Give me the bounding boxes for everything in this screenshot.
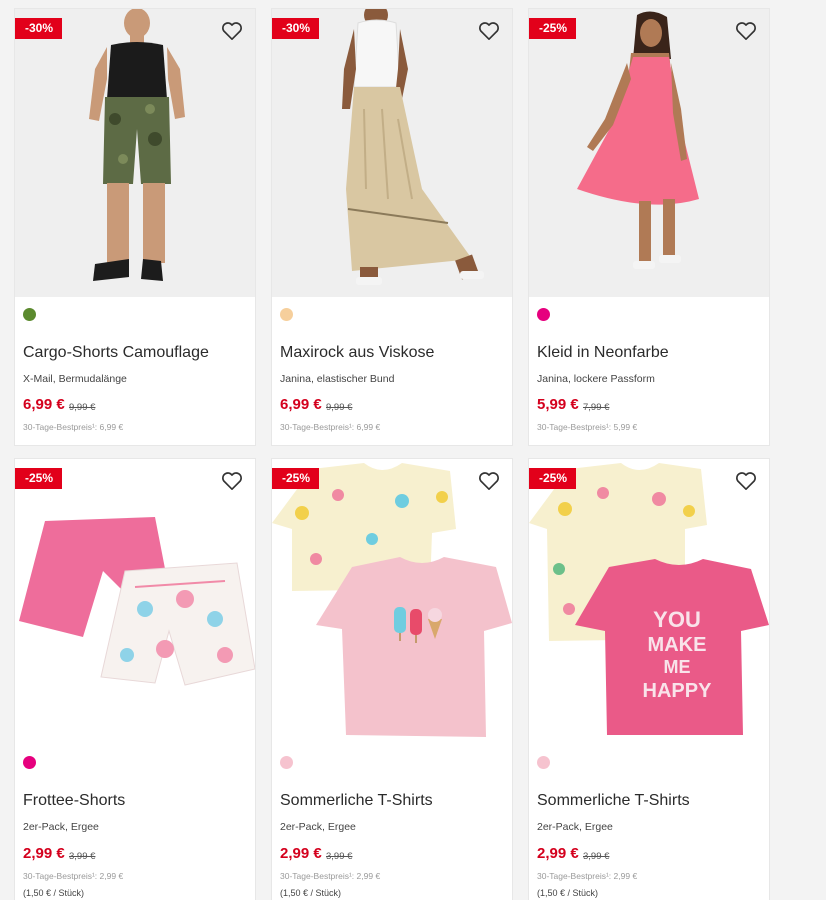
product-title[interactable]: Frottee-Shorts	[23, 792, 125, 810]
product-title[interactable]: Sommerliche T-Shirts	[280, 792, 433, 810]
product-subtitle: Janina, lockere Passform	[537, 373, 655, 385]
color-swatch[interactable]	[537, 756, 550, 769]
product-image[interactable]: -25%	[272, 459, 512, 747]
product-image[interactable]: -30%	[15, 9, 255, 297]
product-title[interactable]: Kleid in Neonfarbe	[537, 344, 669, 362]
old-price: 3,99 €	[69, 851, 96, 862]
product-card[interactable]: YOU MAKE ME HAPPY -25% Sommerliche T-Shi…	[528, 458, 770, 900]
unit-price: (1,50 € / Stück)	[280, 888, 342, 898]
product-image[interactable]: -30%	[272, 9, 512, 297]
product-subtitle: 2er-Pack, Ergee	[23, 821, 99, 833]
discount-badge: -25%	[272, 468, 320, 489]
product-price: 6,99 €	[23, 396, 65, 413]
shirt-print-text: ME	[664, 657, 691, 677]
product-subtitle: 2er-Pack, Ergee	[537, 821, 613, 833]
woman-pink-dress-image	[529, 9, 769, 297]
product-title[interactable]: Cargo-Shorts Camouflage	[23, 344, 209, 362]
unit-price: (1,50 € / Stück)	[537, 888, 599, 898]
product-title[interactable]: Maxirock aus Viskose	[280, 344, 434, 362]
color-swatch[interactable]	[280, 756, 293, 769]
woman-maxi-skirt-image	[272, 9, 512, 297]
terry-shorts-image	[15, 459, 255, 747]
discount-badge: -25%	[529, 468, 577, 489]
old-price: 3,99 €	[326, 851, 353, 862]
heart-outline-icon[interactable]	[478, 471, 500, 491]
shirt-print-text: HAPPY	[643, 680, 713, 702]
color-swatch[interactable]	[23, 756, 36, 769]
product-price: 2,99 €	[23, 845, 65, 862]
product-price: 2,99 €	[280, 845, 322, 862]
old-price: 3,99 €	[583, 851, 610, 862]
ice-cream-tshirts-image	[272, 459, 512, 747]
color-swatch[interactable]	[23, 308, 36, 321]
color-swatch[interactable]	[280, 308, 293, 321]
product-subtitle: Janina, elastischer Bund	[280, 373, 395, 385]
best-price-note: 30-Tage-Bestpreis¹: 2,99 €	[23, 871, 124, 881]
old-price: 7,99 €	[583, 402, 610, 413]
heart-outline-icon[interactable]	[221, 21, 243, 41]
product-price: 5,99 €	[537, 396, 579, 413]
best-price-note: 30-Tage-Bestpreis¹: 2,99 €	[537, 871, 638, 881]
product-price: 2,99 €	[537, 845, 579, 862]
best-price-note: 30-Tage-Bestpreis¹: 6,99 €	[280, 422, 381, 432]
heart-outline-icon[interactable]	[735, 471, 757, 491]
product-grid: -30% Cargo-Shorts Camouflage X-Mail, Ber…	[0, 0, 826, 900]
product-subtitle: X-Mail, Bermudalänge	[23, 373, 127, 385]
product-title[interactable]: Sommerliche T-Shirts	[537, 792, 690, 810]
old-price: 9,99 €	[69, 402, 96, 413]
product-image[interactable]: YOU MAKE ME HAPPY -25%	[529, 459, 769, 747]
product-subtitle: 2er-Pack, Ergee	[280, 821, 356, 833]
heart-outline-icon[interactable]	[221, 471, 243, 491]
product-card[interactable]: -30% Cargo-Shorts Camouflage X-Mail, Ber…	[14, 8, 256, 446]
flamingo-tshirts-image: YOU MAKE ME HAPPY	[529, 459, 769, 747]
shirt-print-text: YOU	[653, 607, 701, 632]
product-card[interactable]: -25% Kleid in Neonfarbe Janina, lockere …	[528, 8, 770, 446]
heart-outline-icon[interactable]	[735, 21, 757, 41]
old-price: 9,99 €	[326, 402, 353, 413]
unit-price: (1,50 € / Stück)	[23, 888, 85, 898]
best-price-note: 30-Tage-Bestpreis¹: 6,99 €	[23, 422, 124, 432]
heart-outline-icon[interactable]	[478, 21, 500, 41]
best-price-note: 30-Tage-Bestpreis¹: 5,99 €	[537, 422, 638, 432]
discount-badge: -25%	[529, 18, 577, 39]
product-price: 6,99 €	[280, 396, 322, 413]
product-image[interactable]: -25%	[529, 9, 769, 297]
man-cargo-shorts-image	[15, 9, 255, 297]
discount-badge: -30%	[272, 18, 320, 39]
best-price-note: 30-Tage-Bestpreis¹: 2,99 €	[280, 871, 381, 881]
color-swatch[interactable]	[537, 308, 550, 321]
product-image[interactable]: -25%	[15, 459, 255, 747]
shirt-print-text: MAKE	[648, 634, 707, 656]
product-card[interactable]: -25% Frottee-Shorts 2er-Pack, Ergee 2,99…	[14, 458, 256, 900]
product-card[interactable]: -30% Maxirock aus Viskose Janina, elasti…	[271, 8, 513, 446]
discount-badge: -25%	[15, 468, 63, 489]
product-card[interactable]: -25% Sommerliche T-Shirts 2er-Pack, Erge…	[271, 458, 513, 900]
discount-badge: -30%	[15, 18, 63, 39]
